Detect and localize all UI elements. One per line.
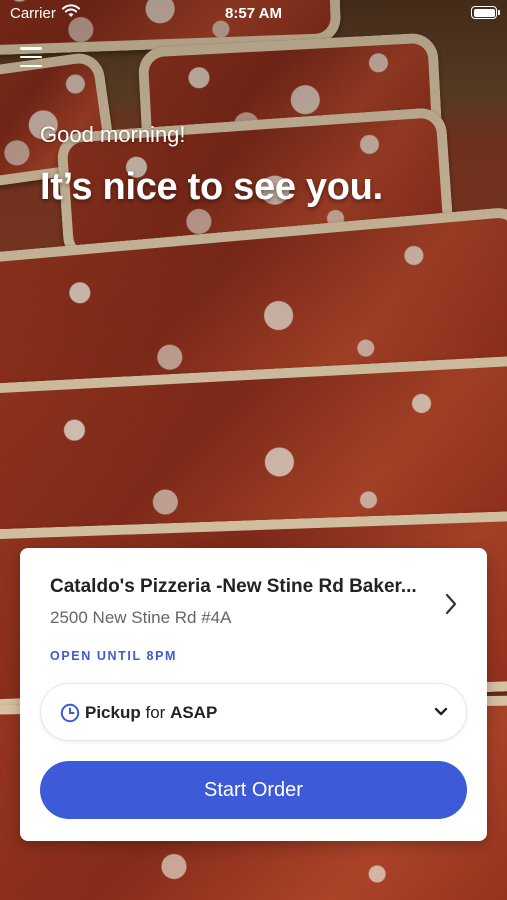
start-order-button[interactable]: Start Order [40,761,467,819]
restaurant-name: Cataldo's Pizzeria -New Stine Rd Baker..… [50,576,417,597]
hamburger-menu-icon[interactable] [20,47,42,67]
pickup-mode: Pickup [85,703,141,722]
location-selector[interactable]: Cataldo's Pizzeria -New Stine Rd Baker..… [50,576,450,628]
chevron-down-icon [434,707,448,716]
status-bar: Carrier 8:57 AM [0,0,507,28]
pickup-connector: for [145,703,166,722]
pickup-time-selector[interactable]: Pickup for ASAP [40,683,467,741]
restaurant-address: 2500 New Stine Rd #4A [50,608,232,627]
location-card: Cataldo's Pizzeria -New Stine Rd Baker..… [20,548,487,841]
welcome-headline: It’s nice to see you. [40,166,383,208]
clock-icon [60,703,80,723]
hours-status: OPEN UNTIL 8PM [50,649,178,663]
battery-icon [471,6,500,19]
greeting-text: Good morning! [40,122,186,147]
pickup-time: ASAP [170,703,218,722]
chevron-right-icon[interactable] [443,592,459,616]
status-time: 8:57 AM [225,5,282,22]
pickup-label: Pickup for ASAP [85,703,217,723]
